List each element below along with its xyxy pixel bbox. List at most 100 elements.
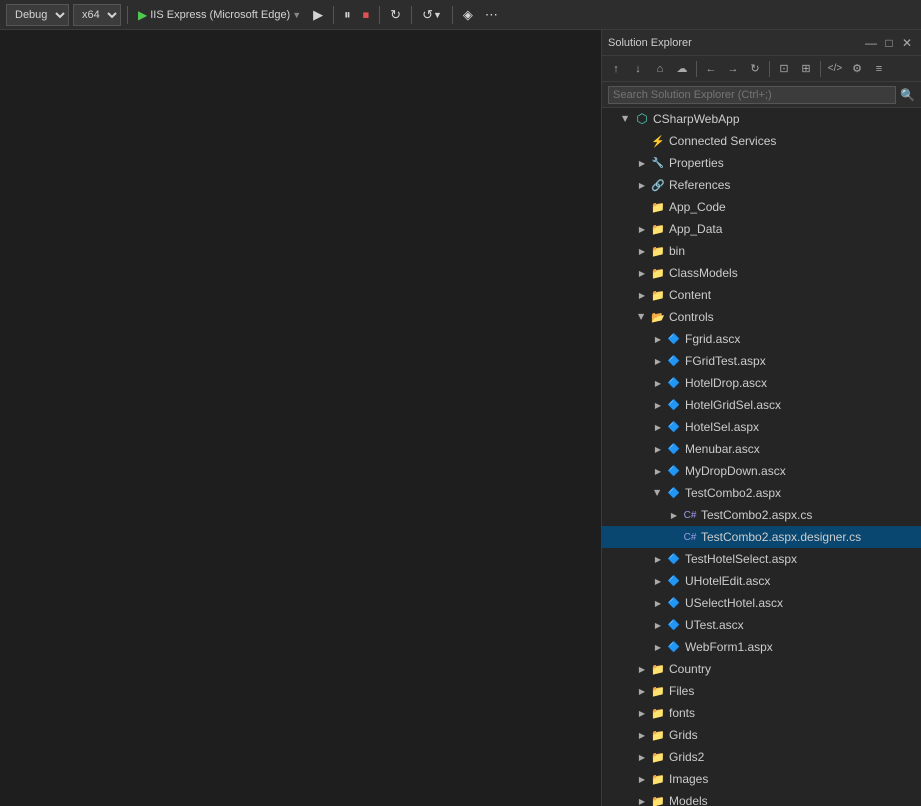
fgrid-label: Fgrid.ascx <box>685 332 740 346</box>
search-input[interactable] <box>608 86 896 104</box>
tree-properties[interactable]: ▶ 🔧 Properties <box>602 152 921 174</box>
more-diagnostics-button[interactable]: ⋯ <box>481 4 502 26</box>
project-icon: ⬡ <box>634 111 650 127</box>
tree-app-data[interactable]: ▶ 📁 App_Data <box>602 218 921 240</box>
code-editor-area[interactable] <box>0 30 601 806</box>
panel-maximize-button[interactable]: □ <box>881 35 897 51</box>
tree-app-code[interactable]: ▶ 📁 App_Code <box>602 196 921 218</box>
tb-settings-btn[interactable]: ⚙ <box>847 59 867 79</box>
content-folder-icon: 📁 <box>650 287 666 303</box>
tree-project-root[interactable]: ▶ ⬡ CSharpWebApp <box>602 108 921 130</box>
tb-cloud-btn[interactable]: ☁ <box>672 59 692 79</box>
hotelgridsel-icon: 🔷 <box>666 397 682 413</box>
panel-close-button[interactable]: ✕ <box>899 35 915 51</box>
tree-testcombo2-designer[interactable]: ▶ C# TestCombo2.aspx.designer.cs <box>602 526 921 548</box>
tree-testhotelselect[interactable]: ▶ 🔷 TestHotelSelect.aspx <box>602 548 921 570</box>
images-folder-icon: 📁 <box>650 771 666 787</box>
hot-reload-icon: ↺ <box>422 7 433 23</box>
bin-folder-icon: 📁 <box>650 243 666 259</box>
tree-grids2[interactable]: ▶ 📁 Grids2 <box>602 746 921 768</box>
search-container: 🔍 <box>602 82 921 108</box>
tb-home-btn[interactable]: ⌂ <box>650 59 670 79</box>
toolbar-sep-3 <box>379 6 380 24</box>
run-button[interactable]: ▶ IIS Express (Microsoft Edge) ▼ <box>134 6 305 24</box>
tb-back-btn[interactable]: ↑ <box>606 59 626 79</box>
tb-forward-btn[interactable]: ↓ <box>628 59 648 79</box>
tree-uhoteledit[interactable]: ▶ 🔷 UHotelEdit.ascx <box>602 570 921 592</box>
search-button[interactable]: 🔍 <box>900 88 915 102</box>
hotelsel-icon: 🔷 <box>666 419 682 435</box>
utest-icon: 🔷 <box>666 617 682 633</box>
tree-fonts[interactable]: ▶ 📁 fonts <box>602 702 921 724</box>
appdata-label: App_Data <box>669 222 722 236</box>
grids-folder-icon: 📁 <box>650 727 666 743</box>
tree-webform1[interactable]: ▶ 🔷 WebForm1.aspx <box>602 636 921 658</box>
webform1-arrow: ▶ <box>650 639 666 655</box>
run-without-debug-button[interactable]: ▶ <box>309 4 327 26</box>
country-folder-icon: 📁 <box>650 661 666 677</box>
tb-collapse-btn[interactable]: ⊡ <box>774 59 794 79</box>
tree-models[interactable]: ▶ 📁 Models <box>602 790 921 806</box>
connected-icon: ⚡ <box>650 133 666 149</box>
tree-fgrid[interactable]: ▶ 🔷 Fgrid.ascx <box>602 328 921 350</box>
stop-button[interactable]: ⏹ <box>359 4 374 26</box>
tree-utest[interactable]: ▶ 🔷 UTest.ascx <box>602 614 921 636</box>
run-label: IIS Express (Microsoft Edge) <box>150 9 290 21</box>
tree-connected-services[interactable]: ▶ ⚡ Connected Services <box>602 130 921 152</box>
tree-images[interactable]: ▶ 📁 Images <box>602 768 921 790</box>
webform1-label: WebForm1.aspx <box>685 640 773 654</box>
tree-content[interactable]: ▶ 📁 Content <box>602 284 921 306</box>
fgridtest-arrow: ▶ <box>650 353 666 369</box>
tree-hoteldrop[interactable]: ▶ 🔷 HotelDrop.ascx <box>602 372 921 394</box>
tree-hotelgridsel[interactable]: ▶ 🔷 HotelGridSel.ascx <box>602 394 921 416</box>
tree-country[interactable]: ▶ 📁 Country <box>602 658 921 680</box>
designer-label: TestCombo2.aspx.designer.cs <box>701 530 861 544</box>
panel-minimize-button[interactable]: — <box>863 35 879 51</box>
content-arrow: ▶ <box>634 287 650 303</box>
play-icon: ▶ <box>138 8 147 22</box>
tree-uselecthotel[interactable]: ▶ 🔷 USelectHotel.ascx <box>602 592 921 614</box>
tb-code-btn[interactable]: </> <box>825 59 845 79</box>
tb-expand-btn[interactable]: ⊞ <box>796 59 816 79</box>
testcombo2-icon: 🔷 <box>666 485 682 501</box>
tree-hotelsel[interactable]: ▶ 🔷 HotelSel.aspx <box>602 416 921 438</box>
pause-button[interactable]: ⏸ <box>340 4 355 26</box>
tree-bin[interactable]: ▶ 📁 bin <box>602 240 921 262</box>
tree-references[interactable]: ▶ 🔗 References <box>602 174 921 196</box>
hotelgridsel-arrow: ▶ <box>650 397 666 413</box>
platform-select[interactable]: x64 <box>73 4 121 26</box>
panel-title-buttons: — □ ✕ <box>863 35 915 51</box>
designer-icon: C# <box>682 529 698 545</box>
solution-tree[interactable]: ▶ ⬡ CSharpWebApp ▶ ⚡ Connected Services … <box>602 108 921 806</box>
controls-label: Controls <box>669 310 714 324</box>
models-label: Models <box>669 794 708 806</box>
props-label: Properties <box>669 156 724 170</box>
tb-prev-btn[interactable]: ← <box>701 59 721 79</box>
hot-reload-button[interactable]: ↺ ▼ <box>418 4 446 26</box>
tree-testcombo2-cs[interactable]: ▶ C# TestCombo2.aspx.cs <box>602 504 921 526</box>
tree-menubar[interactable]: ▶ 🔷 Menubar.ascx <box>602 438 921 460</box>
project-arrow: ▶ <box>618 111 634 127</box>
restart-button[interactable]: ↻ <box>386 4 405 26</box>
debug-config-select[interactable]: Debug <box>6 4 69 26</box>
main-area: Solution Explorer — □ ✕ ↑ ↓ ⌂ ☁ ← → ↻ ⊡ … <box>0 30 921 806</box>
tree-fgridtest[interactable]: ▶ 🔷 FGridTest.aspx <box>602 350 921 372</box>
tb-next-btn[interactable]: → <box>723 59 743 79</box>
classmodels-label: ClassModels <box>669 266 738 280</box>
tree-grids[interactable]: ▶ 📁 Grids <box>602 724 921 746</box>
refs-label: References <box>669 178 730 192</box>
tree-testcombo2[interactable]: ▶ 🔷 TestCombo2.aspx <box>602 482 921 504</box>
tb-more-btn[interactable]: ≡ <box>869 59 889 79</box>
tree-files[interactable]: ▶ 📁 Files <box>602 680 921 702</box>
uselecthotel-icon: 🔷 <box>666 595 682 611</box>
tree-controls[interactable]: ▶ 📂 Controls <box>602 306 921 328</box>
tree-mydropdown[interactable]: ▶ 🔷 MyDropDown.ascx <box>602 460 921 482</box>
tree-classmodels[interactable]: ▶ 📁 ClassModels <box>602 262 921 284</box>
diagnostics-button[interactable]: ◈ <box>459 4 477 26</box>
fgrid-arrow: ▶ <box>650 331 666 347</box>
country-arrow: ▶ <box>634 661 650 677</box>
tb-refresh-btn[interactable]: ↻ <box>745 59 765 79</box>
panel-titlebar: Solution Explorer — □ ✕ <box>602 30 921 56</box>
hoteldrop-arrow: ▶ <box>650 375 666 391</box>
project-label: CSharpWebApp <box>653 112 740 126</box>
